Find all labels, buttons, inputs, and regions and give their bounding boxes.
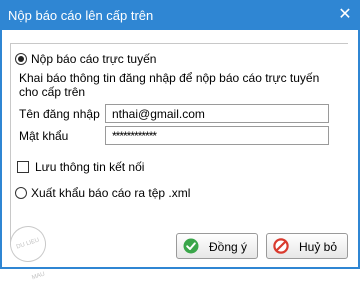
close-icon[interactable]: ✕ (336, 6, 354, 24)
online-submit-label[interactable]: Nộp báo cáo trực tuyến (31, 52, 156, 66)
online-description-line1: Khai báo thông tin đăng nhập để nộp báo … (19, 71, 320, 85)
username-input[interactable] (105, 104, 329, 123)
window-title: Nộp báo cáo lên cấp trên (8, 8, 154, 23)
options-panel: Nộp báo cáo trực tuyến Khai báo thông ti… (10, 43, 348, 245)
title-bar[interactable]: Nộp báo cáo lên cấp trên ✕ (0, 0, 360, 30)
cancel-button[interactable]: Huỷ bỏ (266, 233, 348, 259)
password-label: Mật khẩu (19, 129, 69, 143)
no-entry-icon (273, 238, 289, 254)
dialog-body: Nộp báo cáo trực tuyến Khai báo thông ti… (2, 30, 358, 281)
export-xml-radio[interactable] (15, 187, 27, 199)
export-xml-label[interactable]: Xuất khẩu báo cáo ra tệp .xml (31, 186, 190, 200)
username-label: Tên đăng nhập (19, 107, 100, 121)
check-circle-icon (183, 238, 199, 254)
password-input[interactable] (105, 126, 329, 145)
online-submit-radio[interactable] (15, 53, 27, 65)
ok-button-label: Đồng ý (209, 240, 248, 254)
remember-connection-label[interactable]: Lưu thông tin kết nối (35, 160, 144, 174)
remember-connection-checkbox[interactable] (17, 161, 29, 173)
cancel-button-label: Huỷ bỏ (299, 240, 338, 254)
online-description-line2: cho cấp trên (19, 85, 86, 99)
dialog-window: Nộp báo cáo lên cấp trên ✕ Nộp báo cáo t… (0, 0, 360, 281)
ok-button[interactable]: Đồng ý (176, 233, 258, 259)
